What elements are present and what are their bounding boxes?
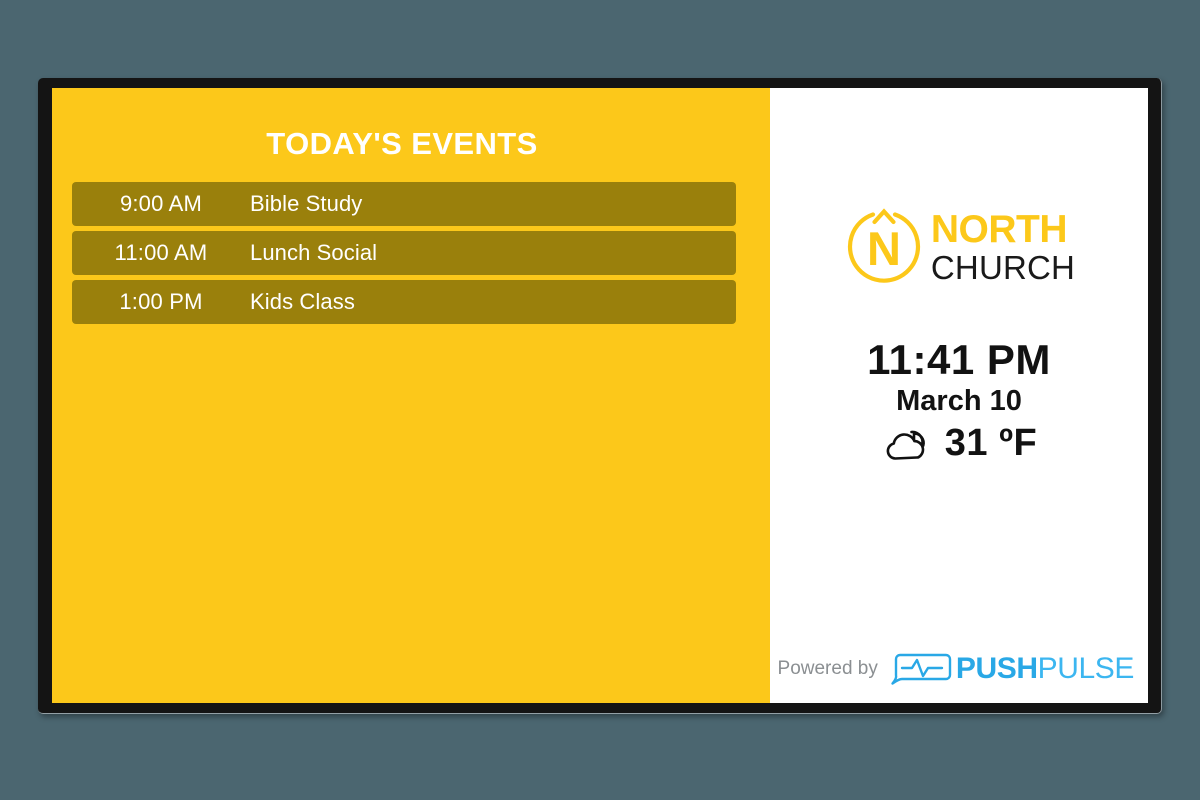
event-time: 9:00 AM [119, 191, 203, 216]
brand-name-push: PUSH [955, 652, 1038, 685]
church-name-primary: NORTH [930, 208, 1068, 251]
weather-temperature: 31 ºF [944, 422, 1038, 464]
event-name: Bible Study [250, 191, 363, 216]
logo-letter: N [867, 222, 901, 275]
current-time: 11:41 PM [867, 336, 1051, 383]
current-date: March 10 [896, 385, 1022, 417]
church-wordmark: NORTH CHURCH [931, 210, 1075, 284]
cloud-icon [886, 430, 925, 460]
church-name-secondary: CHURCH [930, 249, 1076, 286]
signage-screen: TODAY'S EVENTS 9:00 AM Bible Study 11:00… [52, 88, 1148, 703]
event-time: 11:00 AM [114, 240, 208, 265]
pushpulse-wordmark: PUSHPULSE [955, 652, 1135, 685]
events-panel: TODAY'S EVENTS 9:00 AM Bible Study 11:00… [52, 88, 770, 703]
brand-name-pulse: PULSE [1037, 652, 1135, 685]
pulse-bubble-icon [891, 653, 952, 685]
event-name: Lunch Social [250, 240, 378, 265]
event-row: 9:00 AM Bible Study [72, 182, 736, 226]
info-panel: N NORTH CHURCH 11:41 PM March 10 31 ºF P… [770, 88, 1148, 703]
powered-by-footer: Powered by PUSHPULSE [778, 651, 1134, 687]
powered-by-label: Powered by [777, 658, 878, 679]
church-logo: N NORTH CHURCH [770, 206, 1148, 288]
event-row: 1:00 PM Kids Class [72, 280, 736, 324]
weather-block: 31 ºF [770, 422, 1148, 465]
tv-display-frame: TODAY'S EVENTS 9:00 AM Bible Study 11:00… [38, 78, 1162, 714]
events-panel-title: TODAY'S EVENTS [266, 126, 538, 161]
event-row: 11:00 AM Lunch Social [72, 231, 736, 275]
events-list: 9:00 AM Bible Study 11:00 AM Lunch Socia… [72, 182, 736, 329]
event-time: 1:00 PM [119, 289, 203, 314]
north-compass-logo-icon: N [847, 208, 920, 283]
event-name: Kids Class [250, 289, 355, 314]
